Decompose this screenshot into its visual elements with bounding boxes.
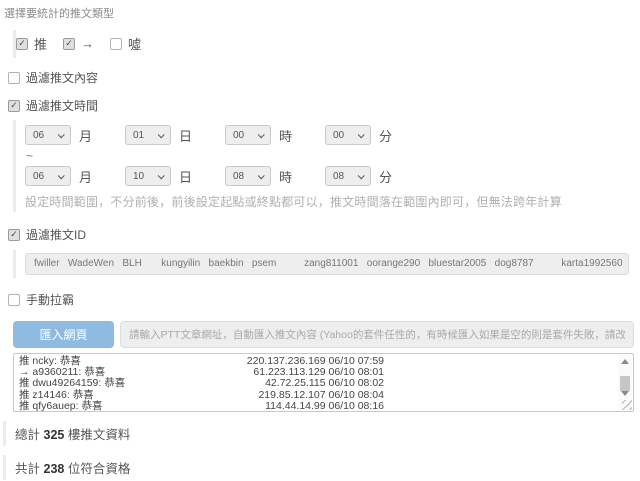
push-author: 推 dwu49264159: 恭喜 [19,378,224,389]
push-author: 推 qfy6auep: 恭喜 [19,401,224,412]
day-unit-label: 日 [179,167,192,186]
id-filter-input[interactable]: fwiller WadeWen BLH kungyilin baekbin ps… [25,253,629,275]
stats-total-suffix: 樓推文資料 [68,428,131,442]
scroll-down-icon[interactable] [621,391,629,396]
arrow-checkbox[interactable] [63,38,75,50]
filter-id-label: 過濾推文ID [26,226,86,243]
end-minute-select[interactable]: 08 [325,166,371,186]
stats-total: 總計 325 樓推文資料 [3,421,634,446]
chevron-down-icon [258,131,265,138]
filter-id-checkbox[interactable] [8,229,20,241]
lottery-tool-page: 選擇要統計的推文類型 推 → 噓 過濾推文內容 過濾推文時間 06 [0,0,640,481]
time-end-row: 06 月 10 日 08 時 08 [25,166,634,186]
push-label: 推 [34,34,47,53]
filter-manual-checkbox[interactable] [8,294,20,306]
chevron-down-icon [58,131,65,138]
filter-time-label: 過濾推文時間 [26,97,98,114]
filter-content-row: 過濾推文內容 [8,69,634,86]
stats-total-prefix: 總計 [15,428,40,442]
push-lines: 推 ncky: 恭喜 220.137.236.169 06/10 07:59 →… [14,354,633,412]
chevron-down-icon [158,131,165,138]
month-unit-label: 月 [79,167,92,186]
arrow-label: → [81,36,94,51]
end-month-value: 06 [33,171,44,182]
scrollbar-thumb[interactable] [620,376,630,391]
hour-unit-label: 時 [279,126,292,145]
start-minute-select[interactable]: 00 [325,125,371,145]
chevron-down-icon [358,172,365,179]
start-day-value: 01 [133,130,144,141]
page-title: 選擇要統計的推文類型 [4,5,634,21]
end-hour-group: 08 時 [225,166,325,186]
end-day-value: 10 [133,171,144,182]
end-minute-value: 08 [333,171,344,182]
start-day-select[interactable]: 01 [125,125,171,145]
article-url-input[interactable] [120,321,634,348]
stats-qualified-count: 238 [44,462,65,476]
time-range-block: 06 月 01 日 00 時 00 [13,120,634,212]
filter-time-row: 過濾推文時間 [8,97,634,114]
push-ip-time: 42.72.25.115 06/10 08:02 [224,378,384,389]
end-month-select[interactable]: 06 [25,166,71,186]
import-row: 匯入網頁 [13,321,634,348]
stats-total-count: 325 [44,428,65,442]
end-hour-value: 08 [233,171,244,182]
start-month-group: 06 月 [25,125,125,145]
start-minute-group: 00 分 [325,125,425,145]
stats-qualified-suffix: 位符合資格 [68,462,131,476]
end-hour-select[interactable]: 08 [225,166,271,186]
filter-content-label: 過濾推文內容 [26,69,98,86]
minute-unit-label: 分 [379,126,392,145]
chevron-down-icon [58,172,65,179]
filter-manual-label: 手動拉霸 [26,291,74,308]
push-line: 推 qfy6auep: 恭喜 114.44.14.99 06/10 08:16 [19,401,613,412]
start-hour-value: 00 [233,130,244,141]
minute-unit-label: 分 [379,167,392,186]
push-type-boo: 噓 [110,34,141,53]
start-day-group: 01 日 [125,125,225,145]
time-range-hint: 設定時間範圍，不分前後，前後設定起點或終點都可以，推文時間落在範圍內即可，但無法… [25,193,634,210]
filter-manual-row: 手動拉霸 [8,291,634,308]
chevron-down-icon [158,172,165,179]
resize-grip-icon[interactable] [622,400,632,410]
chevron-down-icon [258,172,265,179]
push-type-group: 推 → 噓 [13,30,634,58]
stats-qualified-prefix: 共計 [15,462,40,476]
time-start-row: 06 月 01 日 00 時 00 [25,125,634,145]
time-range-separator: ~ [26,149,634,163]
push-checkbox[interactable] [16,38,28,50]
id-filter-block: fwiller WadeWen BLH kungyilin baekbin ps… [13,250,634,278]
day-unit-label: 日 [179,126,192,145]
push-line: 推 dwu49264159: 恭喜 42.72.25.115 06/10 08:… [19,378,613,389]
end-minute-group: 08 分 [325,166,425,186]
month-unit-label: 月 [79,126,92,145]
chevron-down-icon [358,131,365,138]
push-ip-time: 114.44.14.99 06/10 08:16 [224,401,384,412]
push-content-textarea[interactable]: 推 ncky: 恭喜 220.137.236.169 06/10 07:59 →… [13,353,634,412]
start-month-value: 06 [33,130,44,141]
push-type-arrow: → [63,36,94,51]
hour-unit-label: 時 [279,167,292,186]
filter-content-checkbox[interactable] [8,72,20,84]
import-url-button[interactable]: 匯入網頁 [13,321,114,348]
start-month-select[interactable]: 06 [25,125,71,145]
boo-label: 噓 [128,34,141,53]
scroll-up-icon[interactable] [621,359,629,364]
start-minute-value: 00 [333,130,344,141]
boo-checkbox[interactable] [110,38,122,50]
start-hour-group: 00 時 [225,125,325,145]
filter-id-row: 過濾推文ID [8,226,634,243]
end-day-select[interactable]: 10 [125,166,171,186]
filter-time-checkbox[interactable] [8,100,20,112]
stats-qualified: 共計 238 位符合資格 [3,455,634,480]
push-type-push: 推 [16,34,47,53]
end-month-group: 06 月 [25,166,125,186]
end-day-group: 10 日 [125,166,225,186]
start-hour-select[interactable]: 00 [225,125,271,145]
